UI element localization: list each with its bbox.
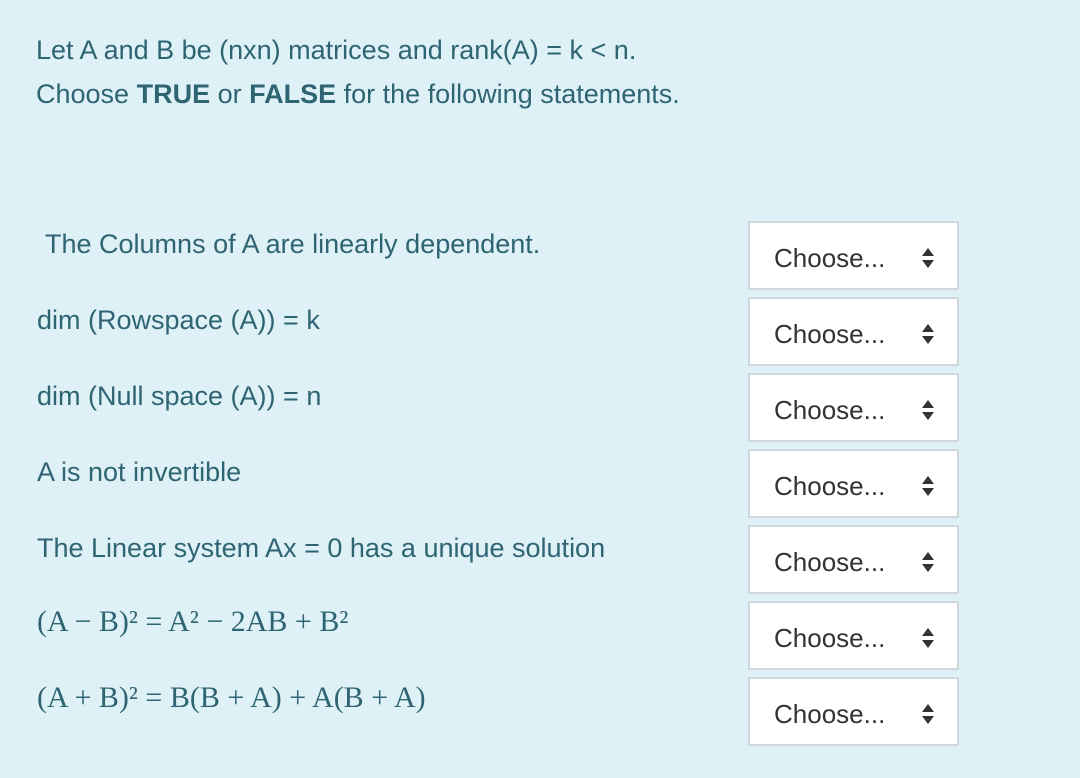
select-value: Choose... — [774, 471, 886, 501]
statement-row-1: The Columns of A are linearly dependent.… — [0, 221, 1080, 297]
up-down-arrows-icon — [920, 703, 936, 725]
up-down-arrows-icon — [920, 475, 936, 497]
statement-row-4: A is not invertible Choose... — [0, 449, 1080, 525]
answer-select-5[interactable]: Choose... — [748, 525, 959, 594]
select-value: Choose... — [774, 699, 886, 729]
intro-true-word: TRUE — [136, 79, 211, 109]
select-value: Choose... — [774, 319, 886, 349]
statement-text: dim (Rowspace (A)) = k — [37, 305, 320, 335]
statement-row-3: dim (Null space (A)) = n Choose... — [0, 373, 1080, 449]
intro-prefix: Choose — [36, 79, 137, 109]
intro-suffix: for the following statements. — [336, 79, 680, 109]
up-down-arrows-icon — [920, 247, 936, 269]
select-value: Choose... — [774, 395, 886, 425]
select-value: Choose... — [774, 623, 886, 653]
answer-select-4[interactable]: Choose... — [748, 449, 959, 518]
answer-select-6[interactable]: Choose... — [748, 601, 959, 670]
answer-select-2[interactable]: Choose... — [748, 297, 959, 366]
statement-formula: (A + B)² = B(B + A) + A(B + A) — [37, 681, 426, 714]
answer-select-1[interactable]: Choose... — [748, 221, 959, 290]
intro-false-word: FALSE — [249, 79, 337, 109]
statement-text: A is not invertible — [37, 457, 242, 487]
question-intro: Let A and B be (nxn) matrices and rank(A… — [36, 28, 680, 116]
intro-line-2: Choose TRUE or FALSE for the following s… — [36, 72, 680, 116]
up-down-arrows-icon — [920, 323, 936, 345]
up-down-arrows-icon — [920, 399, 936, 421]
intro-line-1: Let A and B be (nxn) matrices and rank(A… — [36, 35, 637, 65]
answer-select-7[interactable]: Choose... — [748, 677, 959, 746]
statement-text: The Linear system Ax = 0 has a unique so… — [37, 533, 606, 563]
up-down-arrows-icon — [920, 551, 936, 573]
statement-row-7: (A + B)² = B(B + A) + A(B + A) Choose... — [0, 677, 1080, 753]
intro-mid: or — [210, 79, 250, 109]
select-value: Choose... — [774, 547, 886, 577]
statement-row-2: dim (Rowspace (A)) = k Choose... — [0, 297, 1080, 373]
answer-select-3[interactable]: Choose... — [748, 373, 959, 442]
up-down-arrows-icon — [920, 627, 936, 649]
statement-text: The Columns of A are linearly dependent. — [45, 229, 541, 259]
statement-text: dim (Null space (A)) = n — [37, 381, 322, 411]
statement-formula: (A − B)² = A² − 2AB + B² — [37, 605, 349, 638]
statement-row-6: (A − B)² = A² − 2AB + B² Choose... — [0, 601, 1080, 677]
statement-row-5: The Linear system Ax = 0 has a unique so… — [0, 525, 1080, 601]
select-value: Choose... — [774, 243, 886, 273]
